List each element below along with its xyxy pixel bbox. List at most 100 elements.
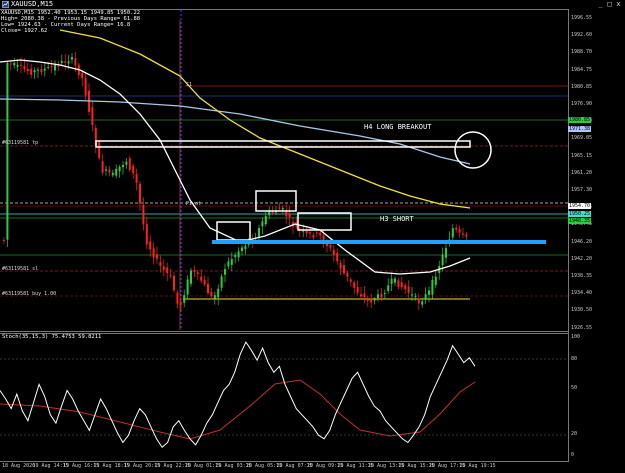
candle-body — [186, 279, 189, 295]
maximize-button[interactable]: □ — [606, 0, 613, 8]
candle-body — [370, 298, 373, 303]
candle-body — [424, 294, 427, 300]
candle-body — [213, 295, 216, 299]
price-axis-label: 1988.70 — [571, 49, 593, 56]
minimize-button[interactable]: _ — [597, 0, 604, 8]
candle-body — [404, 285, 407, 290]
pane-separator[interactable] — [0, 331, 569, 332]
price-axis-label: 1969.05 — [571, 135, 593, 142]
candle-body — [145, 224, 148, 245]
candle-body — [183, 295, 186, 303]
price-axis-label: 1976.90 — [571, 101, 593, 107]
candle-body — [3, 239, 5, 241]
candle-body — [390, 278, 393, 284]
h4-long-breakout-label: H4 LONG BREAKOUT — [364, 123, 432, 131]
h4-target-circle — [454, 131, 492, 169]
candle-body — [207, 283, 209, 294]
price-tag: 1980.85 — [568, 117, 591, 123]
candle-body — [125, 161, 128, 165]
stochastic-chart[interactable] — [0, 334, 568, 461]
candle-body — [23, 65, 26, 70]
candle-body — [237, 251, 240, 258]
candle-body — [67, 61, 70, 64]
info-line-4: Close= 1927.62 — [1, 28, 48, 34]
stoch-axis-label: 100 — [571, 334, 581, 340]
candle-body — [455, 227, 458, 230]
candle-body — [173, 275, 175, 291]
candle-body — [16, 64, 19, 67]
candlestick-series — [3, 52, 468, 312]
candle-body — [288, 213, 291, 218]
candle-body — [349, 279, 352, 282]
candle-body — [84, 78, 87, 96]
chart-window: XAUUSD,M15 _ □ x XAUUSD,M15 1952.40 1953… — [0, 0, 625, 473]
candle-body — [407, 286, 410, 293]
price-axis-label: 1961.20 — [571, 169, 593, 176]
close-button[interactable]: x — [615, 0, 622, 8]
price-axis-label: 1930.50 — [571, 307, 593, 314]
candle-body — [159, 262, 162, 266]
candle-body — [329, 244, 332, 248]
candle-body — [162, 266, 165, 270]
candle-body — [30, 68, 33, 75]
price-axis-label: 1942.20 — [571, 255, 593, 262]
candle-body — [380, 293, 383, 298]
candle-body — [74, 58, 77, 66]
candle-body — [373, 299, 376, 301]
candle-body — [315, 232, 318, 234]
stoch-main-line — [0, 341, 476, 449]
candle-body — [258, 228, 260, 238]
candle-body — [302, 230, 305, 232]
candle-body — [60, 61, 63, 63]
candle-body — [176, 292, 179, 304]
candle-body — [417, 298, 420, 304]
candle-body — [220, 276, 223, 288]
candle-body — [458, 229, 461, 233]
candle-body — [190, 270, 192, 284]
candle-body — [465, 234, 468, 237]
price-axis-label: 1996.55 — [571, 15, 593, 21]
candle-body — [179, 301, 182, 305]
candle-body — [20, 64, 22, 66]
candle-body — [339, 263, 342, 269]
candle-body — [383, 292, 386, 294]
price-tag: 1948.35 — [568, 218, 591, 224]
price-axis-label: 1984.75 — [571, 66, 593, 73]
chart-window-icon — [2, 1, 9, 8]
candle-body — [227, 261, 230, 267]
price-tag: 1950.25 — [568, 211, 591, 217]
time-axis-label: 18 Aug 2020 — [2, 463, 36, 469]
candle-body — [54, 64, 56, 71]
price-tag: 1971.38 — [568, 126, 591, 132]
buy-level-label: #63119581 buy 1.00 — [2, 291, 57, 297]
price-chart[interactable] — [0, 10, 568, 331]
candle-body — [377, 294, 379, 299]
candle-body — [193, 269, 196, 272]
candle-body — [135, 174, 138, 183]
window-title: XAUUSD,M15 — [11, 0, 54, 8]
h3-short-label: H3 SHORT — [380, 215, 414, 223]
candle-body — [414, 295, 417, 297]
candle-body — [363, 293, 366, 298]
candle-body — [217, 288, 220, 298]
price-axis-label: 1938.35 — [571, 273, 593, 279]
candle-body — [224, 269, 226, 275]
candle-body — [50, 65, 53, 68]
candle-body — [434, 276, 437, 285]
candle-body — [387, 285, 390, 292]
candle-body — [332, 249, 335, 255]
ma-lightblue-line — [0, 98, 471, 165]
zone-box-1 — [216, 221, 251, 241]
candle-body — [261, 221, 264, 227]
candle-body — [312, 235, 315, 238]
candle-body — [156, 254, 158, 259]
candle-body — [200, 276, 203, 281]
stoch-axis-label: 80 — [571, 356, 578, 362]
price-axis-label: 1946.20 — [571, 238, 593, 245]
price-axis-label: 1980.85 — [571, 83, 593, 90]
candle-body — [353, 282, 356, 288]
candle-body — [43, 68, 46, 71]
candle-body — [397, 280, 400, 288]
candle-body — [428, 290, 430, 295]
candle-body — [166, 267, 169, 274]
